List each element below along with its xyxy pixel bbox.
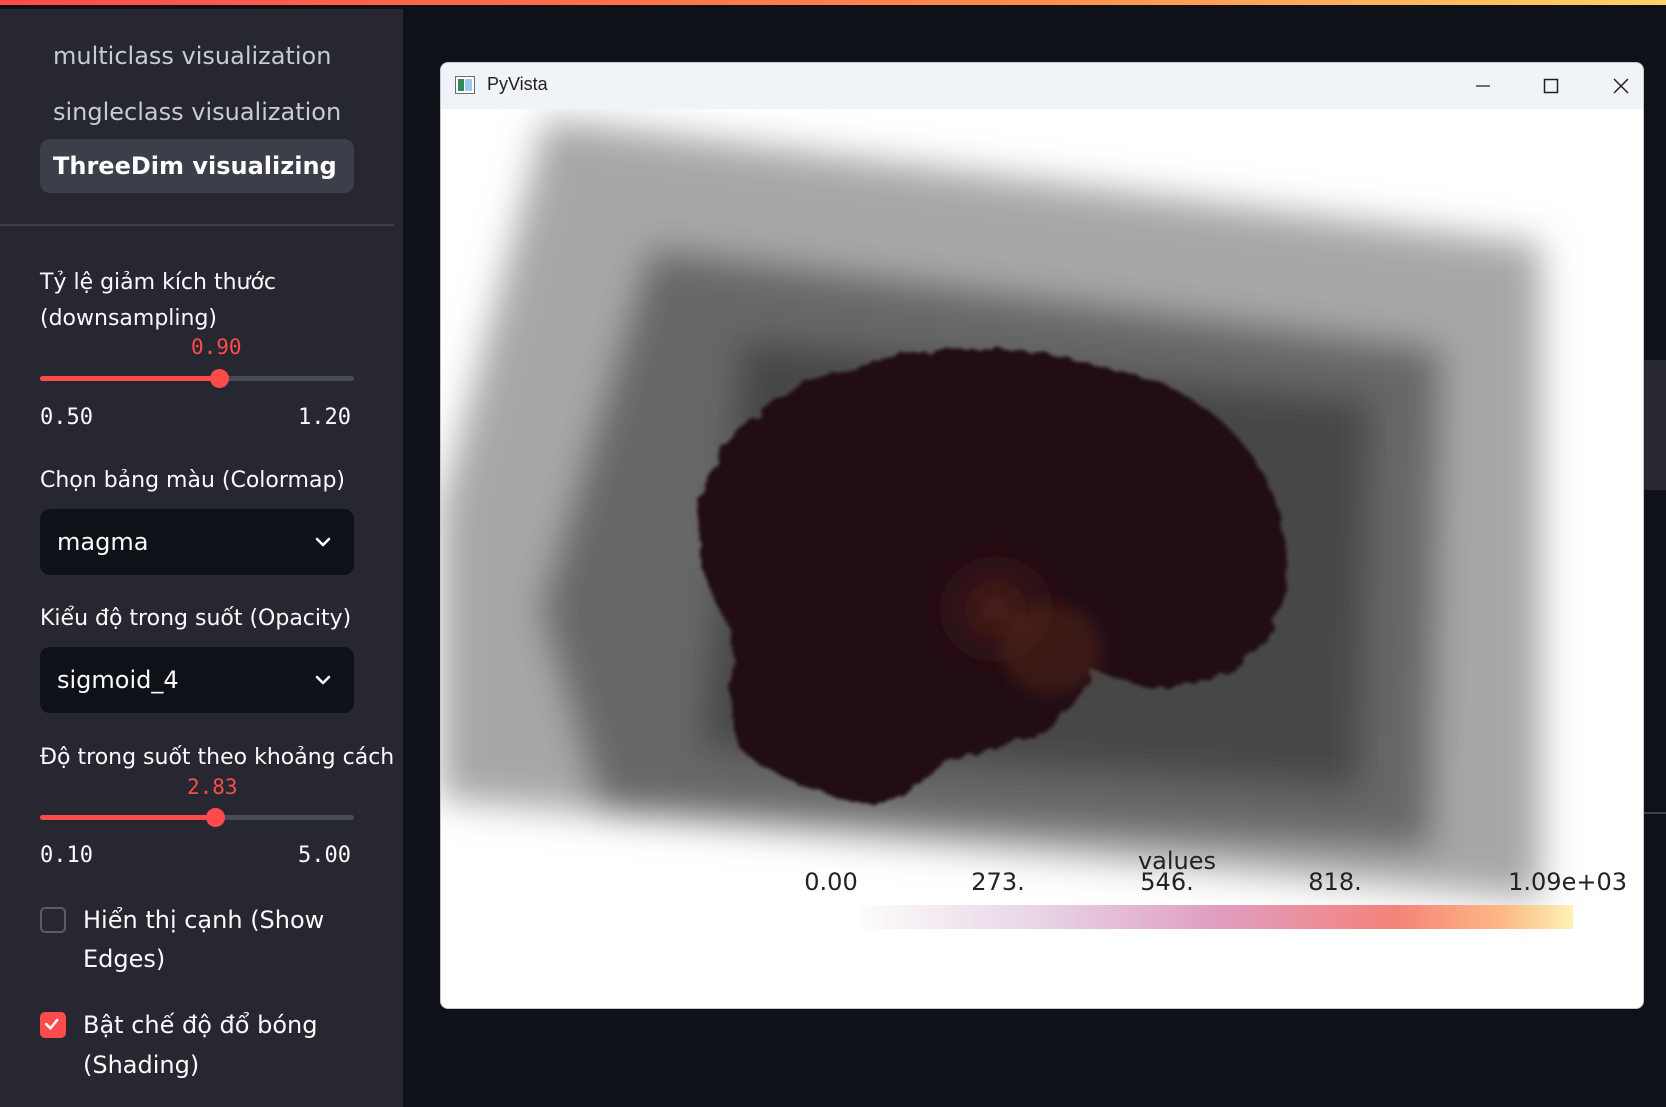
- downsampling-slider-fill: [40, 376, 219, 381]
- downsampling-value: 0.90: [191, 335, 242, 359]
- downsampling-label-line1: Tỷ lệ giảm kích thước: [40, 270, 277, 295]
- maximize-icon: [1543, 78, 1559, 94]
- maximize-button[interactable]: [1531, 71, 1571, 101]
- checkmark-icon: [44, 1018, 59, 1030]
- chevron-down-icon: [315, 537, 331, 547]
- shading-label-line1[interactable]: Bật chế độ đổ bóng: [83, 1005, 317, 1045]
- distance-opacity-slider-fill: [40, 815, 215, 820]
- sidebar-divider: [0, 224, 394, 226]
- colormap-label: Chọn bảng màu (Colormap): [40, 468, 345, 493]
- scalar-bar-tick: 546.: [1140, 868, 1193, 896]
- minimize-icon: [1476, 85, 1490, 87]
- shading-checkbox[interactable]: [40, 1012, 66, 1038]
- downsampling-max: 1.20: [298, 405, 351, 430]
- nav-item-singleclass[interactable]: singleclass visualization: [40, 85, 354, 139]
- scalar-bar-tick: 818.: [1308, 868, 1361, 896]
- opacity-label: Kiểu độ trong suốt (Opacity): [40, 606, 352, 631]
- close-icon: [1613, 78, 1629, 94]
- pyvista-app-icon: [455, 76, 475, 94]
- minimize-button[interactable]: [1463, 71, 1503, 101]
- opacity-selected-value: sigmoid_4: [57, 666, 179, 694]
- colormap-select[interactable]: magma: [40, 509, 354, 575]
- sidebar: multiclass visualization singleclass vis…: [0, 9, 403, 1107]
- nav-item-label: ThreeDim visualizing: [53, 152, 337, 180]
- render-viewport[interactable]: values 0.00 273. 546. 818. 1.09e+03: [441, 109, 1643, 1009]
- scalar-bar-tick: 1.09e+03: [1508, 868, 1627, 896]
- opacity-select[interactable]: sigmoid_4: [40, 647, 354, 713]
- downsampling-slider[interactable]: [40, 369, 354, 388]
- downsampling-slider-thumb[interactable]: [210, 369, 229, 388]
- nav-item-label: multiclass visualization: [53, 42, 332, 70]
- shading-label-line2[interactable]: (Shading): [83, 1045, 199, 1085]
- downsampling-min: 0.50: [40, 405, 93, 430]
- show-edges-label-line1[interactable]: Hiển thị cạnh (Show: [83, 900, 324, 940]
- distance-opacity-max: 5.00: [298, 843, 351, 868]
- nav-item-multiclass[interactable]: multiclass visualization: [40, 29, 354, 83]
- distance-opacity-slider-thumb[interactable]: [206, 808, 225, 827]
- show-edges-label-line2[interactable]: Edges): [83, 939, 165, 979]
- edge-panel: [1644, 360, 1666, 490]
- nav-item-label: singleclass visualization: [53, 98, 342, 126]
- scalar-bar-tick: 273.: [971, 868, 1024, 896]
- top-decoration-stripe: [0, 0, 1666, 9]
- show-edges-checkbox[interactable]: [40, 907, 66, 933]
- colormap-selected-value: magma: [57, 528, 149, 556]
- window-titlebar[interactable]: PyVista: [441, 63, 1643, 109]
- window-title: PyVista: [487, 74, 548, 94]
- pyvista-window[interactable]: PyVista values 0.00 273. 546. 818. 1.09e…: [440, 62, 1644, 1009]
- scalar-bar-tick: 0.00: [804, 868, 857, 896]
- distance-opacity-label: Độ trong suốt theo khoảng cách: [40, 745, 395, 770]
- scalar-bar-gradient: [861, 905, 1573, 929]
- distance-opacity-slider[interactable]: [40, 808, 354, 827]
- downsampling-label-line2: (downsampling): [40, 306, 217, 331]
- nav-item-threedim[interactable]: ThreeDim visualizing: [40, 139, 354, 193]
- chevron-down-icon: [315, 675, 331, 685]
- close-button[interactable]: [1601, 71, 1641, 101]
- distance-opacity-value: 2.83: [187, 775, 238, 799]
- edge-divider: [1644, 812, 1666, 814]
- distance-opacity-min: 0.10: [40, 843, 93, 868]
